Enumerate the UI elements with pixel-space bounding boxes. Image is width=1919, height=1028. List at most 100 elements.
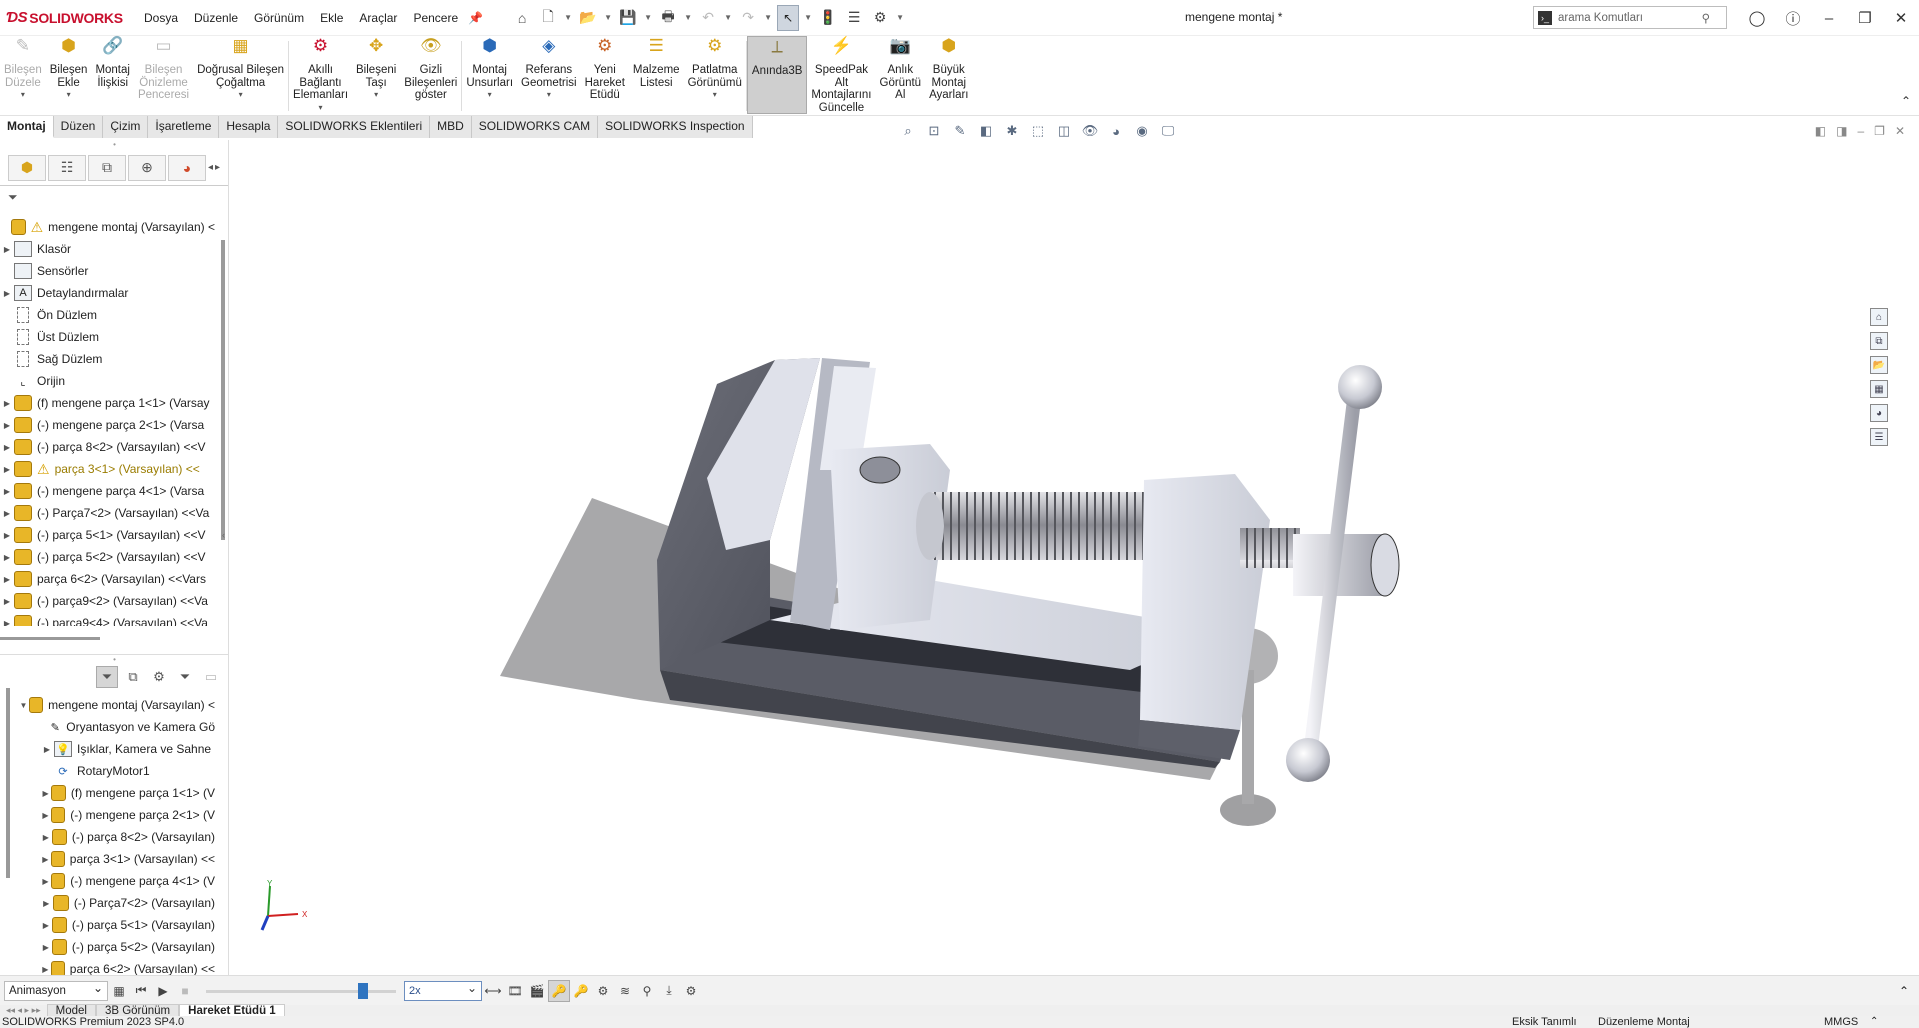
chevron-down-icon[interactable]: ▼ xyxy=(803,13,813,22)
chevron-down-icon[interactable]: ▾ xyxy=(239,89,243,102)
chevron-down-icon[interactable]: ▼ xyxy=(683,13,693,22)
tab-i-aretleme[interactable]: İşaretleme xyxy=(148,116,220,138)
options-gear-icon[interactable]: ⚙ xyxy=(869,7,891,29)
expand-arrow-icon[interactable]: ▶ xyxy=(0,465,14,474)
solidworks-resources-icon[interactable]: ⌂ xyxy=(1870,308,1888,326)
motion-tree-vscroll[interactable] xyxy=(6,688,10,878)
calculate-icon[interactable]: ▦ xyxy=(108,980,130,1002)
close-button[interactable]: ✕ xyxy=(1883,9,1919,27)
tree-item[interactable]: ▶ (-) mengene parça 4<1> (V xyxy=(0,870,215,892)
displaymanager-tab-icon[interactable]: ◕ xyxy=(168,154,206,181)
save-animation-icon[interactable]: 🎞 xyxy=(504,980,526,1002)
expand-arrow-icon[interactable]: ▶ xyxy=(0,399,14,408)
ribbon-bile-en-ekle-button[interactable]: ⬢ Bileşen Ekle ▾ xyxy=(46,36,92,114)
tree-item[interactable]: ▶ (-) parça 8<2> (Varsayılan) xyxy=(0,826,215,848)
add-key-icon[interactable]: 🔑 xyxy=(570,980,592,1002)
pin-icon[interactable]: 📌 xyxy=(468,11,483,25)
chevron-down-icon[interactable]: ▼ xyxy=(563,13,573,22)
tree-item[interactable]: ▶ (-) Parça7<2> (Varsayılan) xyxy=(0,892,215,914)
open-icon[interactable]: 📂 xyxy=(577,7,599,29)
configurationmanager-tab-icon[interactable]: ⧉ xyxy=(88,154,126,181)
tree-item[interactable]: ▶ (-) parça 8<2> (Varsayılan) <<V xyxy=(0,436,215,458)
appearances-icon[interactable]: ◕ xyxy=(1870,404,1888,422)
zoom-to-fit-icon[interactable]: ⌕ xyxy=(898,122,918,140)
tab-montaj[interactable]: Montaj xyxy=(0,116,54,138)
hide-show-items-icon[interactable]: 👁 xyxy=(1080,122,1100,140)
restore-button[interactable]: ❐ xyxy=(1847,9,1883,27)
ribbon-referans-geometrisi-button[interactable]: ◈ Referans Geometrisi ▾ xyxy=(517,36,581,114)
study-properties-icon[interactable]: ⚙ xyxy=(680,980,702,1002)
animation-wizard-icon[interactable]: 🎬 xyxy=(526,980,548,1002)
ribbon-bile-en-d-zele-button[interactable]: ✎ Bileşen Düzele ▾ xyxy=(0,36,46,114)
menu-d-zenle[interactable]: Düzenle xyxy=(186,11,246,25)
vise-assembly-model[interactable] xyxy=(230,140,1890,975)
panel-grip[interactable]: • xyxy=(0,140,229,152)
search-icon[interactable]: ⚲ xyxy=(1702,11,1710,25)
tree-item[interactable]: ⚠ mengene montaj (Varsayılan) < xyxy=(0,216,215,238)
tree-hscroll[interactable] xyxy=(0,637,100,640)
tab-d-zen[interactable]: Düzen xyxy=(53,116,104,138)
expand-arrow-icon[interactable]: ▶ xyxy=(40,899,53,908)
previous-view-icon[interactable]: ✎ xyxy=(950,122,970,140)
playback-slider[interactable] xyxy=(206,981,396,1001)
expand-arrow-icon[interactable]: ▶ xyxy=(0,487,14,496)
tree-item[interactable]: Ön Düzlem xyxy=(0,304,215,326)
tree-item[interactable]: ▶ (f) mengene parça 1<1> (Varsay xyxy=(0,392,215,414)
tree-item[interactable]: ▶ (f) mengene parça 1<1> (V xyxy=(0,782,215,804)
propertymanager-tab-icon[interactable]: ☷ xyxy=(48,154,86,181)
tree-item[interactable]: Üst Düzlem xyxy=(0,326,215,348)
filter-icon[interactable]: ⏷ xyxy=(0,186,228,208)
menu-pencere[interactable]: Pencere xyxy=(405,11,466,25)
tree-item[interactable]: ▶ (-) parça9<2> (Varsayılan) <<Va xyxy=(0,590,215,612)
tree-item[interactable]: Sensörler xyxy=(0,260,215,282)
panel-splitter-handle[interactable]: ‹ xyxy=(222,530,225,540)
file-explorer-icon[interactable]: 📂 xyxy=(1870,356,1888,374)
tab-solidworks-eklentileri[interactable]: SOLIDWORKS Eklentileri xyxy=(278,116,431,138)
user-account-icon[interactable]: ◯ xyxy=(1739,9,1775,27)
filter-results-icon[interactable]: ⏷ xyxy=(174,666,196,688)
ribbon-ak-ll-ba-lant-elemanlar-button[interactable]: ⚙ Akıllı Bağlantı Elemanları ▾ xyxy=(289,36,352,114)
filter-driving-icon[interactable]: ⧉ xyxy=(122,666,144,688)
tab-hesapla[interactable]: Hesapla xyxy=(219,116,279,138)
tree-item[interactable]: ▶ parça 6<2> (Varsayılan) <<Vars xyxy=(0,568,215,590)
chevron-down-icon[interactable]: ▼ xyxy=(895,13,905,22)
view-palette-icon[interactable]: ▦ xyxy=(1870,380,1888,398)
tree-item[interactable]: ⌞ Orijin xyxy=(0,370,215,392)
chevron-down-icon[interactable]: ▾ xyxy=(547,89,551,102)
tree-item[interactable]: ▶ (-) parça 5<1> (Varsayılan) xyxy=(0,914,215,936)
ribbon-an-nda3b-button[interactable]: ⟂ Anında3B xyxy=(746,36,808,114)
expand-arrow-icon[interactable]: ▶ xyxy=(0,245,14,254)
tab-scroll-right-icon[interactable]: ▸ xyxy=(215,162,220,173)
panel-grip[interactable]: • xyxy=(0,654,229,666)
chevron-down-icon[interactable]: ▾ xyxy=(713,89,717,102)
expand-arrow-icon[interactable]: ▶ xyxy=(40,745,54,754)
tree-item[interactable]: ▶ (-) parça 5<2> (Varsayılan) xyxy=(0,936,215,958)
save-icon[interactable]: 💾 xyxy=(617,7,639,29)
tree-item[interactable]: ▶ 💡 Işıklar, Kamera ve Sahne xyxy=(0,738,215,760)
tree-item[interactable]: ⟳ RotaryMotor1 xyxy=(0,760,215,782)
viewport-restore-icon[interactable]: ❐ xyxy=(1874,124,1885,138)
zoom-to-area-icon[interactable]: ⊡ xyxy=(924,122,944,140)
dynamic-annotation-icon[interactable]: ✱ xyxy=(1002,122,1022,140)
ribbon-bile-eni-ta-button[interactable]: ✥ Bileşeni Taşı ▾ xyxy=(352,36,400,114)
menu-ekle[interactable]: Ekle xyxy=(312,11,351,25)
expand-arrow-icon[interactable]: ▶ xyxy=(0,289,14,298)
tab-izim[interactable]: Çizim xyxy=(103,116,149,138)
ribbon-patlatma-g-r-n-m-button[interactable]: ⚙ Patlatma Görünümü ▾ xyxy=(684,36,746,114)
rebuild-icon[interactable]: 🚦 xyxy=(817,7,839,29)
tree-item[interactable]: ▶ (-) mengene parça 2<1> (V xyxy=(0,804,215,826)
expand-arrow-icon[interactable]: ▶ xyxy=(0,509,14,518)
tab-scroll-arrows-icon[interactable]: ◂◂ ◂ ▸ ▸▸ xyxy=(0,1005,47,1016)
tree-item[interactable]: ▶ parça 6<2> (Varsayılan) << xyxy=(0,958,215,976)
ribbon-bile-en-nizleme-penceresi-button[interactable]: ▭ Bileşen Önizleme Penceresi xyxy=(134,36,193,114)
tab-solidworks-cam[interactable]: SOLIDWORKS CAM xyxy=(471,116,599,138)
viewport-close-icon[interactable]: ✕ xyxy=(1895,124,1905,138)
chevron-down-icon[interactable]: ▼ xyxy=(723,13,733,22)
playback-slider-knob[interactable] xyxy=(358,982,368,999)
expand-arrow-icon[interactable]: ▼ xyxy=(18,701,29,710)
display-style-icon[interactable]: ◫ xyxy=(1054,122,1074,140)
apply-scene-icon[interactable]: ◉ xyxy=(1132,122,1152,140)
chevron-down-icon[interactable]: ▾ xyxy=(67,89,71,102)
expand-arrow-icon[interactable]: ▶ xyxy=(40,855,51,864)
viewport-tile-right-icon[interactable]: ◨ xyxy=(1836,124,1847,138)
